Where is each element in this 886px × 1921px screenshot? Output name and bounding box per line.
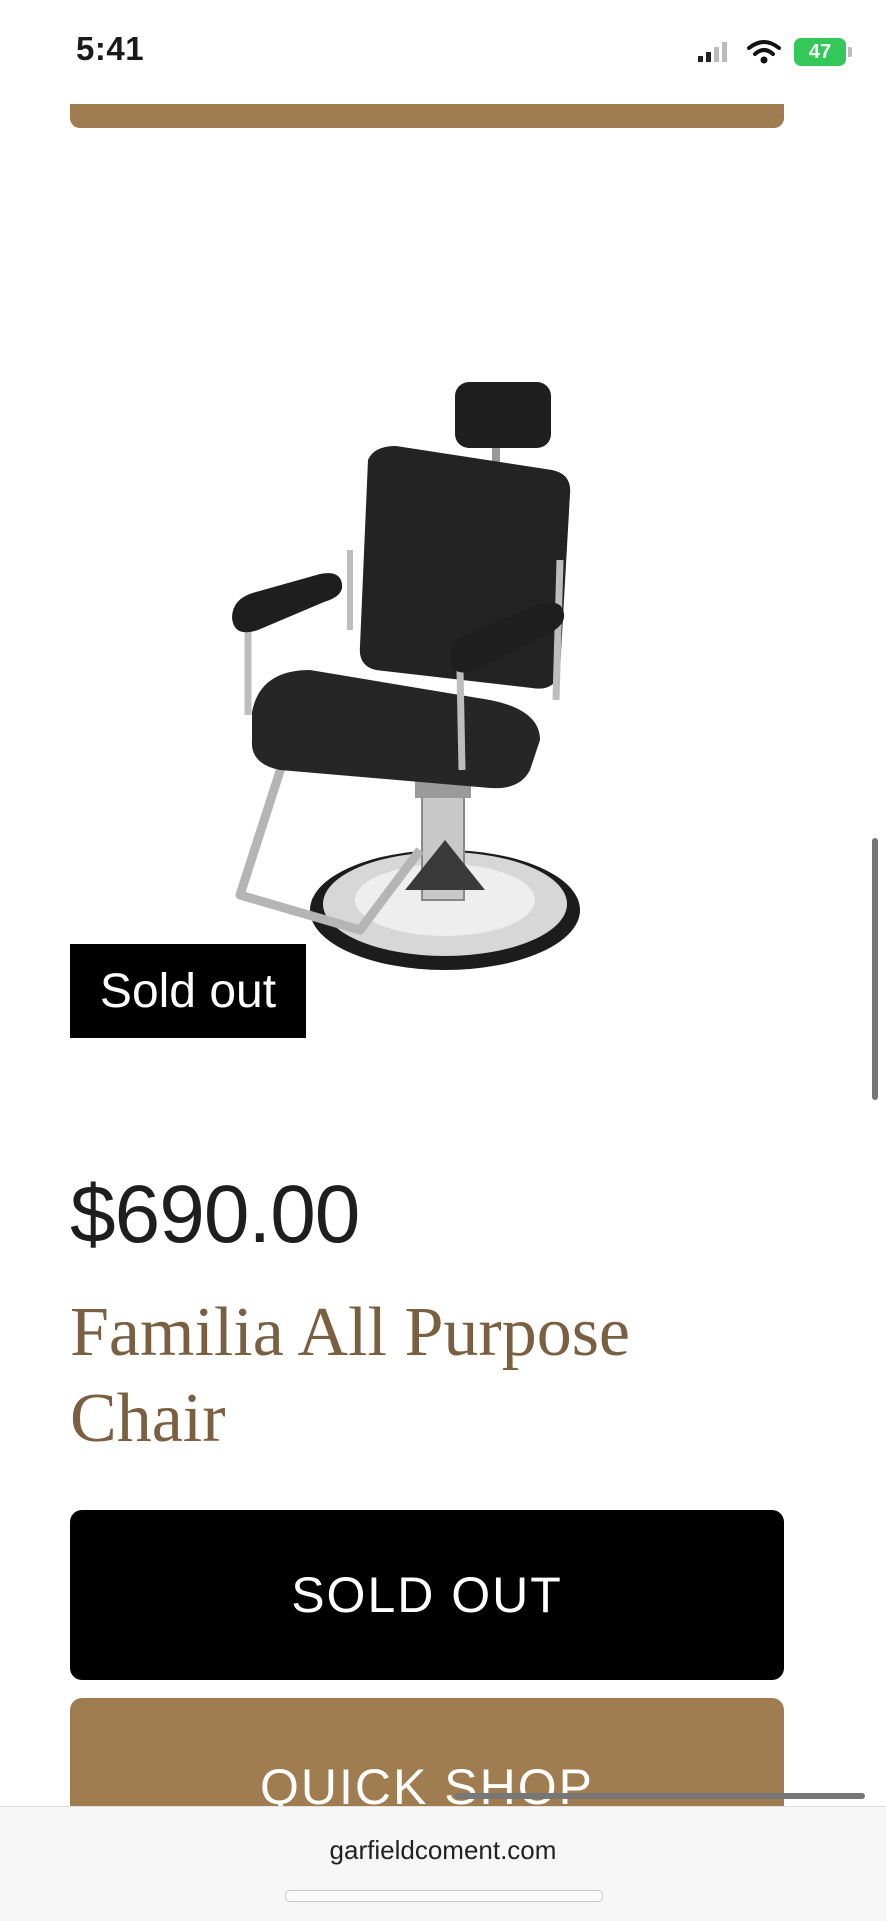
vertical-scrollbar[interactable] — [872, 838, 878, 1100]
home-indicator[interactable] — [285, 1890, 603, 1902]
sold-out-button[interactable]: SOLD OUT — [70, 1510, 784, 1680]
status-icons: 47 — [696, 38, 852, 66]
battery-icon: 47 — [794, 38, 852, 66]
sold-out-badge: Sold out — [70, 944, 306, 1038]
status-time: 5:41 — [76, 30, 145, 67]
product-name[interactable]: Familia All Purpose Chair — [70, 1290, 750, 1462]
horizontal-scrollbar[interactable] — [455, 1793, 865, 1799]
wifi-icon — [747, 40, 781, 64]
add-to-cart-bar-partial[interactable] — [70, 104, 784, 128]
product-price: $690.00 — [70, 1169, 360, 1260]
browser-address-bar[interactable]: garfieldcoment.com — [0, 1806, 886, 1921]
status-bar: 5:41 47 — [0, 0, 886, 100]
cellular-signal-icon — [698, 42, 727, 62]
salon-chair-icon — [232, 382, 580, 970]
product-image[interactable] — [200, 370, 640, 990]
url-text[interactable]: garfieldcoment.com — [0, 1835, 886, 1866]
